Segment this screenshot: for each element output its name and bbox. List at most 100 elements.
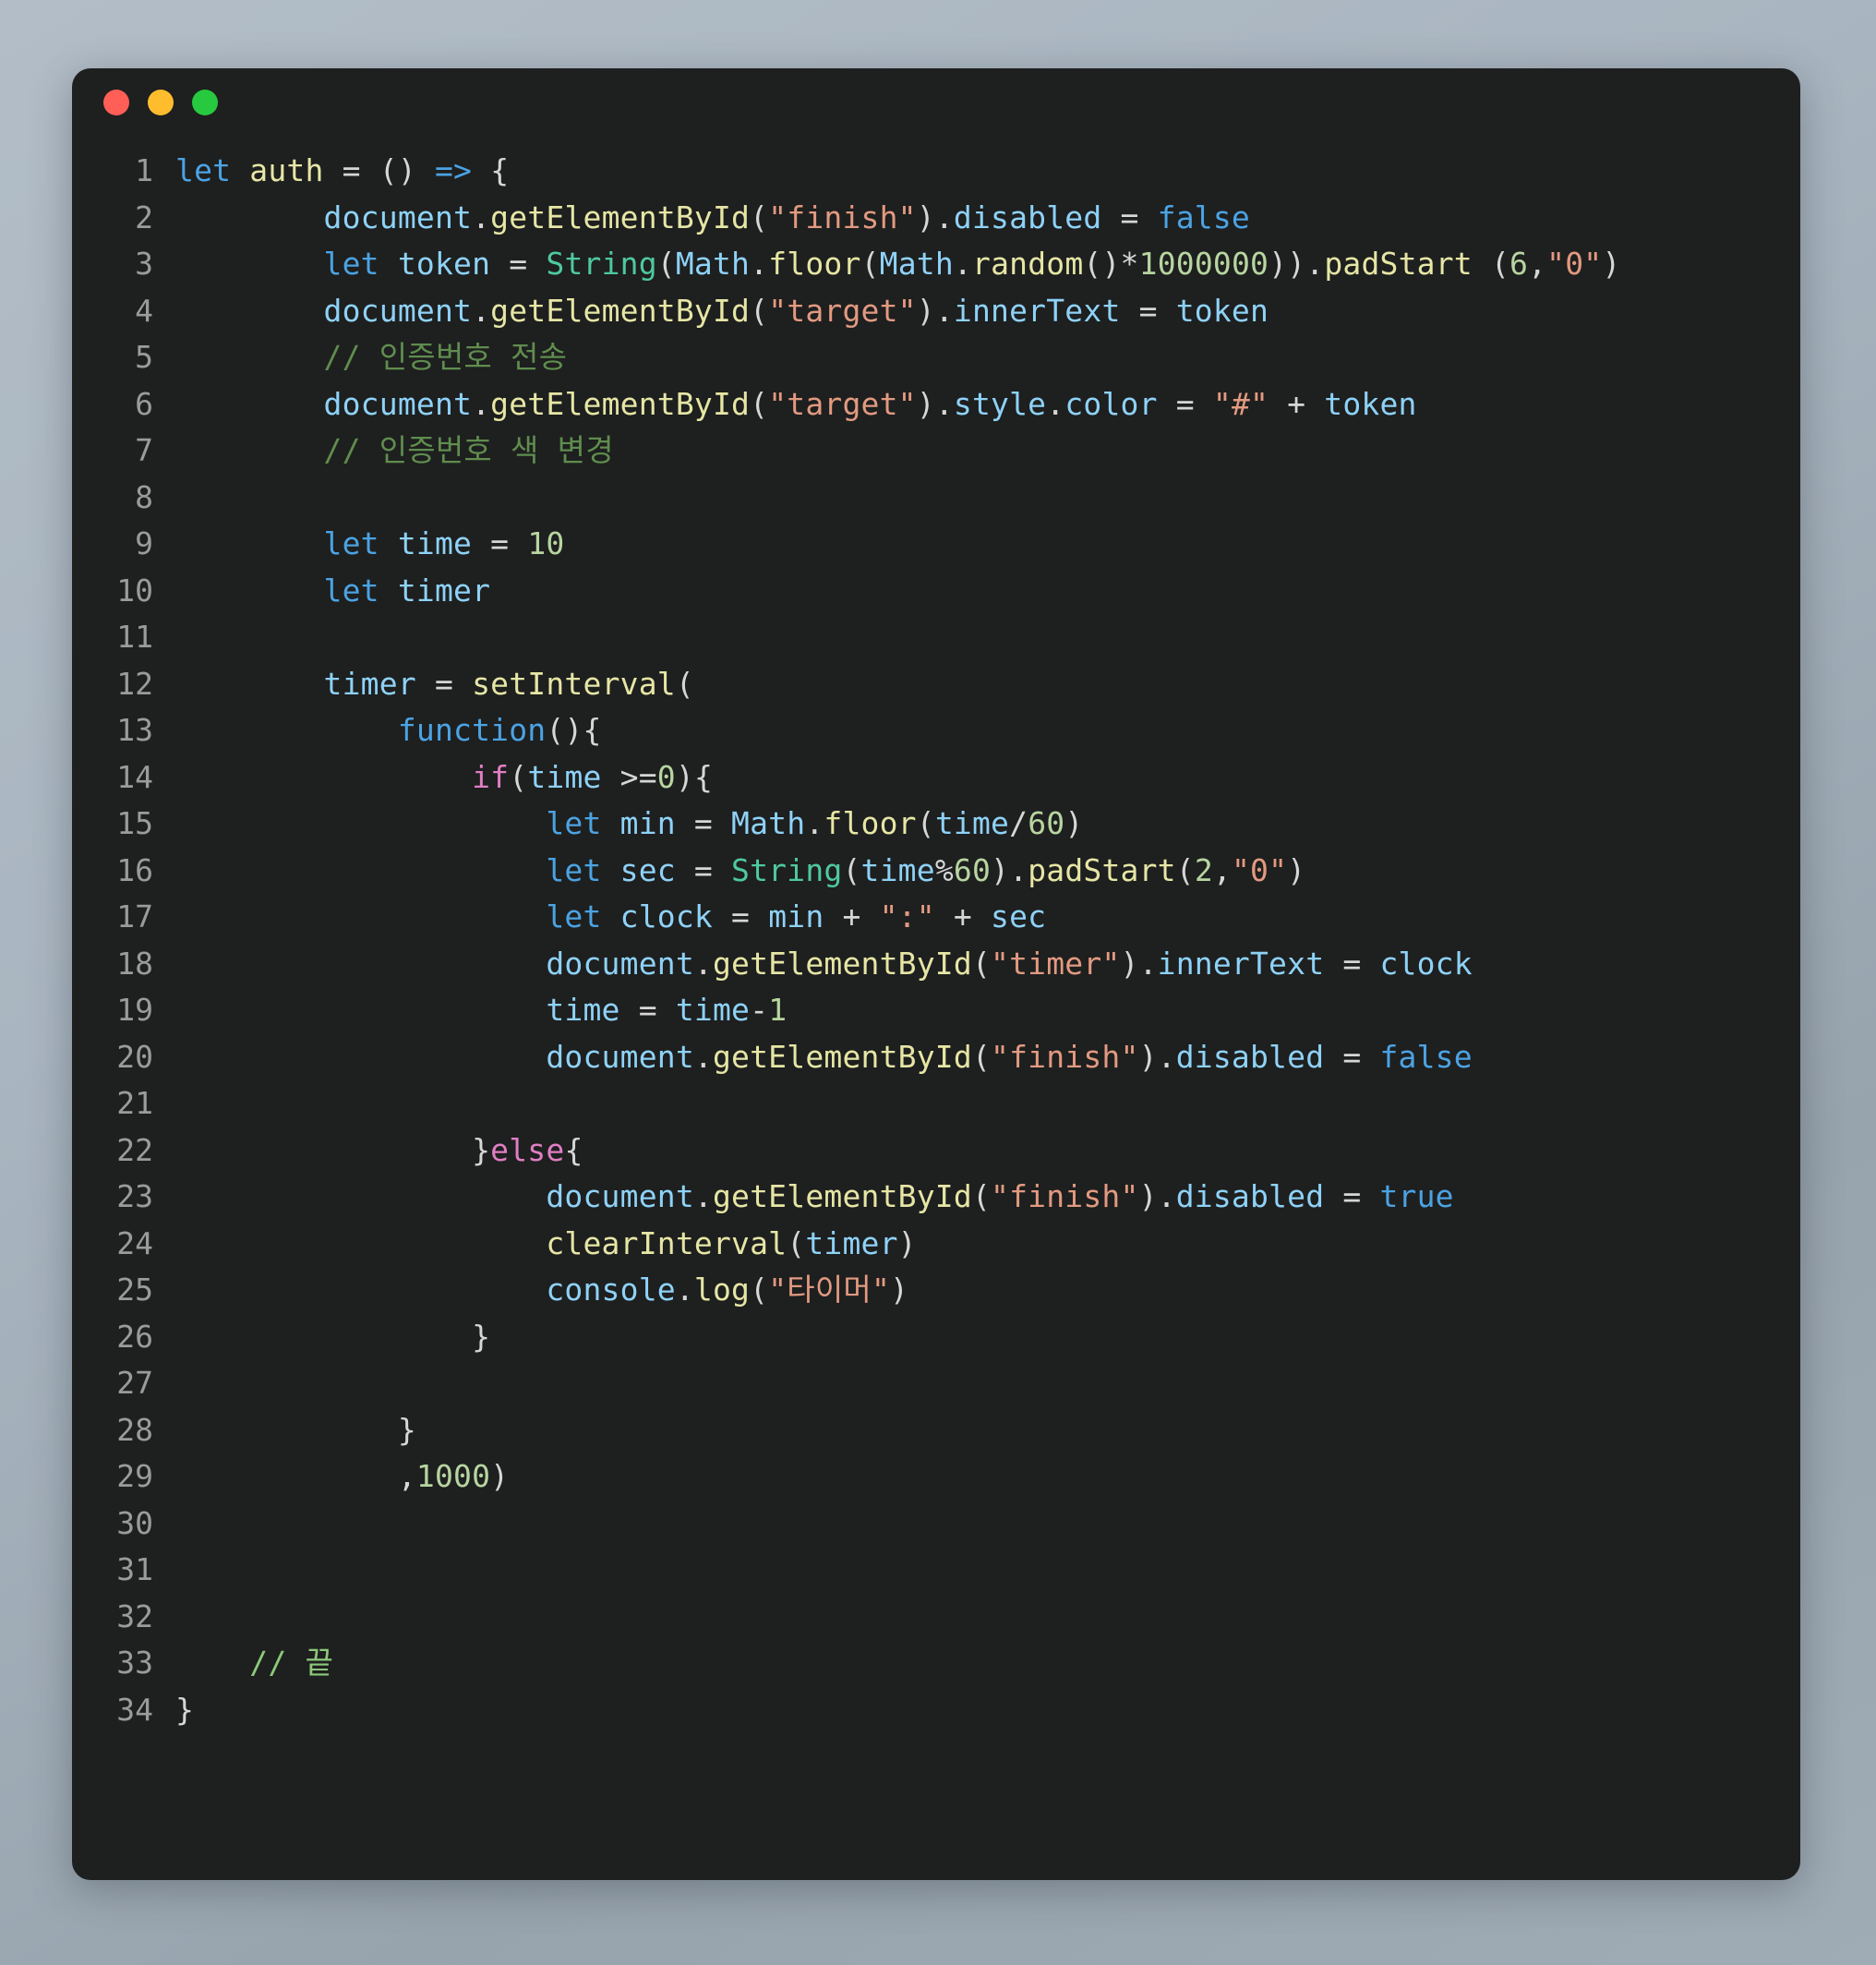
code-line-source[interactable]: let token = String(Math.floor(Math.rando… (175, 241, 1800, 288)
code-line[interactable]: 12 timer = setInterval( (72, 661, 1800, 708)
line-number: 25 (116, 1272, 153, 1308)
code-line[interactable]: 18 document.getElementById("timer").inne… (72, 941, 1800, 988)
code-token: . (472, 292, 491, 329)
code-token: 6 (1509, 246, 1529, 282)
code-line[interactable]: 10 let timer (72, 568, 1800, 615)
code-token: 0 (656, 758, 676, 795)
code-line[interactable]: 8 (72, 475, 1800, 522)
code-line[interactable]: 4 document.getElementById("target").inne… (72, 288, 1800, 335)
code-line[interactable]: 15 let min = Math.floor(time/60) (72, 801, 1800, 848)
code-token: Math (675, 246, 751, 282)
line-number: 13 (116, 712, 153, 748)
code-token: timer (323, 665, 416, 702)
code-line-source[interactable]: if(time >=0){ (175, 754, 1800, 802)
code-line-source[interactable]: ,1000) (175, 1453, 1800, 1501)
code-line[interactable]: 13 function(){ (72, 707, 1800, 754)
code-editor[interactable]: 1 let auth = () => {2 document.getElement… (72, 137, 1800, 1880)
window-titlebar[interactable] (72, 68, 1800, 137)
minimize-button[interactable] (148, 90, 174, 115)
code-line[interactable]: 27 (72, 1360, 1800, 1407)
code-line[interactable]: 16 let sec = String(time%60).padStart(2,… (72, 848, 1800, 895)
code-line[interactable]: 2 document.getElementById("finish").disa… (72, 195, 1800, 242)
code-line[interactable]: 17 let clock = min + ":" + sec (72, 894, 1800, 941)
code-token: ) (490, 1458, 510, 1494)
line-number: 21 (116, 1085, 153, 1121)
code-token: } (397, 1411, 416, 1448)
code-token: document (323, 199, 473, 235)
code-line-source[interactable]: document.getElementById("finish").disabl… (175, 195, 1800, 242)
code-line[interactable]: 26 } (72, 1314, 1800, 1361)
code-token: min (768, 898, 824, 934)
code-line[interactable]: 20 document.getElementById("finish").dis… (72, 1034, 1800, 1081)
code-line[interactable]: 24 clearInterval(timer) (72, 1221, 1800, 1268)
code-line-source[interactable]: time = time-1 (175, 987, 1800, 1034)
code-line-source[interactable]: document.getElementById("target").style.… (175, 381, 1800, 428)
code-line[interactable]: 19 time = time-1 (72, 987, 1800, 1034)
code-line[interactable]: 32 (72, 1594, 1800, 1641)
close-button[interactable] (103, 90, 129, 115)
code-line[interactable]: 11 (72, 614, 1800, 661)
code-line[interactable]: 23 document.getElementById("finish").dis… (72, 1174, 1800, 1221)
code-line[interactable]: 3 let token = String(Math.floor(Math.ran… (72, 241, 1800, 288)
code-token: ( (971, 1178, 992, 1214)
code-token: innerText (1157, 945, 1325, 982)
code-line-source[interactable]: timer = setInterval( (175, 661, 1800, 708)
code-line-source[interactable]: function(){ (175, 707, 1800, 754)
code-line-source[interactable]: let timer (175, 568, 1800, 615)
code-line[interactable]: 33 // 끝 (72, 1640, 1800, 1687)
code-line-source[interactable]: // 끝 (175, 1640, 1800, 1687)
code-line-source[interactable]: console.log("타이머") (175, 1267, 1800, 1314)
code-token: console (546, 1272, 676, 1308)
code-line-source[interactable]: let min = Math.floor(time/60) (175, 801, 1800, 848)
code-line-source[interactable]: clearInterval(timer) (175, 1221, 1800, 1268)
code-line[interactable]: 34} (72, 1687, 1800, 1734)
code-line-source[interactable]: } (175, 1314, 1800, 1361)
code-line[interactable]: 1 let auth = () => { (72, 148, 1800, 195)
code-line[interactable]: 30 (72, 1501, 1800, 1548)
code-line-source[interactable]: document.getElementById("timer").innerTe… (175, 941, 1800, 988)
code-line[interactable]: 29 ,1000) (72, 1453, 1800, 1501)
code-line-source[interactable]: let time = 10 (175, 521, 1800, 568)
code-line-source[interactable]: } (175, 1407, 1800, 1454)
code-token: . (693, 945, 713, 982)
code-line[interactable]: 28 } (72, 1407, 1800, 1454)
line-number: 12 (116, 665, 153, 702)
code-line-source[interactable]: }else{ (175, 1127, 1800, 1175)
code-line[interactable]: 31 (72, 1547, 1800, 1594)
code-token: = (1101, 199, 1158, 235)
code-line-source[interactable]: let sec = String(time%60).padStart(2,"0"… (175, 848, 1800, 895)
code-line-source[interactable]: let auth = () => { (175, 148, 1800, 195)
code-token: "finish" (991, 1178, 1139, 1214)
code-line[interactable]: 6 document.getElementById("target").styl… (72, 381, 1800, 428)
code-line-source[interactable]: document.getElementById("finish").disabl… (175, 1034, 1800, 1081)
code-token: ( (1175, 851, 1195, 888)
line-number: 20 (116, 1038, 153, 1075)
code-line[interactable]: 22 }else{ (72, 1127, 1800, 1175)
code-token: = (675, 805, 732, 841)
code-line-source[interactable]: // 인증번호 색 변경 (175, 428, 1800, 475)
code-line[interactable]: 9 let time = 10 (72, 521, 1800, 568)
code-line-source[interactable]: } (175, 1687, 1800, 1734)
code-line[interactable]: 14 if(time >=0){ (72, 754, 1800, 802)
code-line-source[interactable]: document.getElementById("finish").disabl… (175, 1174, 1800, 1221)
code-line[interactable]: 21 (72, 1080, 1800, 1127)
code-line-source[interactable]: // 인증번호 전송 (175, 334, 1800, 381)
code-token: . (1138, 945, 1158, 982)
code-line-source[interactable]: let clock = min + ":" + sec (175, 894, 1800, 941)
line-number: 32 (116, 1597, 153, 1634)
code-line[interactable]: 25 console.log("타이머") (72, 1267, 1800, 1314)
code-token: timer (397, 572, 491, 609)
code-token: padStart (1028, 851, 1176, 888)
maximize-button[interactable] (192, 90, 218, 115)
code-line[interactable]: 5 // 인증번호 전송 (72, 334, 1800, 381)
code-token: token (1324, 385, 1417, 422)
code-line-source[interactable]: document.getElementById("target").innerT… (175, 288, 1800, 335)
code-line[interactable]: 7 // 인증번호 색 변경 (72, 428, 1800, 475)
code-token: let (175, 152, 250, 188)
